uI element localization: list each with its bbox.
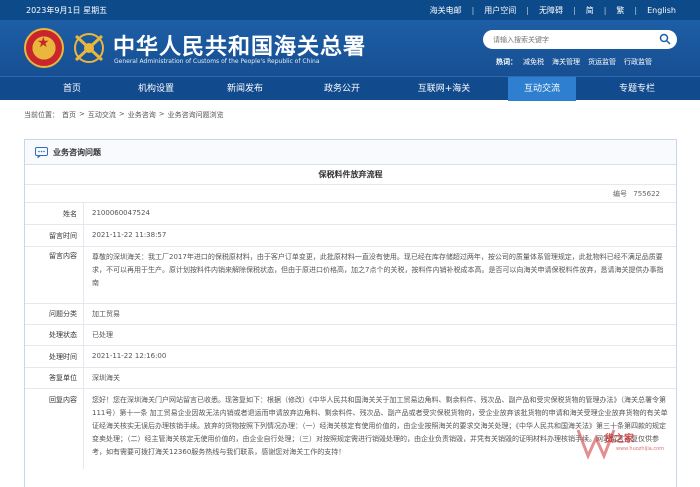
row-category: 问题分类 加工贸易: [25, 304, 676, 325]
nav-government-affairs[interactable]: 政务公开: [308, 77, 376, 101]
watermark-url: www.huozhijia.com: [616, 446, 665, 452]
row-status: 处理状态 已处理: [25, 325, 676, 346]
divider: |: [634, 6, 638, 15]
field-label: 回复内容: [25, 389, 84, 469]
main-nav: 首页 机构设置 新闻发布 政务公开 互联网+海关 互动交流 专题专栏: [0, 76, 700, 101]
row-name: 姓名 2100060047524: [25, 203, 676, 225]
search-input[interactable]: [483, 30, 648, 49]
nav-news[interactable]: 新闻发布: [211, 77, 279, 101]
hot-word[interactable]: 货运监管: [588, 57, 616, 67]
current-date: 2023年9月1日 星期五: [26, 6, 108, 15]
watermark-text: 货之家: [604, 434, 634, 445]
breadcrumb-home[interactable]: 首页: [62, 110, 76, 120]
field-value: 加工贸易: [92, 309, 120, 318]
serial-label: 编号: [613, 190, 628, 198]
search-icon[interactable]: [659, 33, 671, 45]
link-email[interactable]: 海关电邮: [430, 5, 462, 16]
divider: |: [471, 6, 475, 15]
breadcrumb-separator: >: [158, 110, 165, 118]
search-box: [483, 30, 677, 49]
link-user-space[interactable]: 用户空间: [484, 5, 516, 16]
breadcrumb-interaction[interactable]: 互动交流: [88, 110, 116, 120]
divider: |: [573, 6, 576, 15]
breadcrumb: 当前位置： 首页 > 互动交流 > 业务咨询 > 业务咨询问题浏览: [24, 110, 227, 120]
hot-words: 热词： 减免税 海关管理 货运监管 行政监管: [496, 57, 660, 67]
status-value: 已处理: [92, 330, 113, 339]
field-value: 深圳海关: [92, 373, 120, 382]
row-process-time: 处理时间 2021-11-22 12:16:00: [25, 346, 676, 368]
field-value: 2100060047524: [92, 209, 150, 217]
national-emblem-icon: [24, 28, 64, 68]
hot-word[interactable]: 海关管理: [552, 57, 580, 67]
field-label: 处理状态: [25, 325, 84, 345]
breadcrumb-consulting[interactable]: 业务咨询: [128, 110, 156, 120]
field-label: 姓名: [25, 203, 84, 224]
link-traditional[interactable]: 繁: [616, 5, 624, 16]
field-label: 问题分类: [25, 304, 84, 324]
breadcrumb-separator: >: [118, 110, 125, 118]
field-value: 2021-11-22 11:38:57: [92, 231, 167, 239]
field-label: 留言时间: [25, 225, 84, 246]
question-title: 保税料件放弃流程: [25, 165, 676, 185]
serial-value: 755622: [633, 190, 660, 198]
row-message-time: 留言时间 2021-11-22 11:38:57: [25, 225, 676, 247]
divider: |: [603, 6, 607, 15]
field-value: 尊敬的深圳海关：我工厂2017年进口的保税原材料，由于客户订单变更，此批原材料一…: [92, 253, 664, 287]
field-label: 留言内容: [25, 247, 84, 303]
hot-word[interactable]: 行政监管: [624, 57, 652, 67]
hot-word[interactable]: 减免税: [523, 57, 544, 67]
nav-home[interactable]: 首页: [38, 77, 106, 101]
site-title[interactable]: 中华人民共和国海关总署: [113, 29, 366, 61]
top-bar: 2023年9月1日 星期五 海关电邮 | 用户空间 | 无障碍 | 简 | 繁 …: [0, 0, 700, 20]
link-english[interactable]: English: [647, 6, 676, 15]
site-header: 中华人民共和国海关总署 General Administration of Cu…: [0, 20, 700, 76]
hot-words-label: 热词：: [496, 58, 517, 66]
nav-special-topics[interactable]: 专题专栏: [603, 77, 671, 101]
row-reply-unit: 答复单位 深圳海关: [25, 368, 676, 389]
field-value: 2021-11-22 12:16:00: [92, 352, 167, 360]
row-message-content: 留言内容 尊敬的深圳海关：我工厂2017年进口的保税原材料，由于客户订单变更，此…: [25, 247, 676, 304]
panel-header: 业务咨询问题: [25, 140, 676, 165]
nav-interaction[interactable]: 互动交流: [508, 77, 576, 101]
site-title-english: General Administration of Customs of the…: [114, 58, 320, 65]
breadcrumb-current: 业务咨询问题浏览: [167, 111, 224, 119]
link-accessibility[interactable]: 无障碍: [539, 5, 563, 16]
breadcrumb-label: 当前位置：: [24, 111, 59, 119]
nav-organization[interactable]: 机构设置: [122, 77, 190, 101]
chat-bubble-icon: [35, 147, 48, 158]
panel-title: 业务咨询问题: [53, 148, 101, 157]
customs-emblem-icon: [74, 33, 104, 63]
serial-number: 编号 755622: [25, 185, 676, 203]
nav-internet-customs[interactable]: 互联网+海关: [406, 77, 482, 101]
field-label: 答复单位: [25, 368, 84, 388]
link-simplified[interactable]: 简: [586, 5, 594, 16]
divider: |: [526, 6, 529, 15]
field-label: 处理时间: [25, 346, 84, 367]
breadcrumb-separator: >: [79, 110, 85, 118]
top-links: 海关电邮 | 用户空间 | 无障碍 | 简 | 繁 | English: [420, 5, 676, 16]
